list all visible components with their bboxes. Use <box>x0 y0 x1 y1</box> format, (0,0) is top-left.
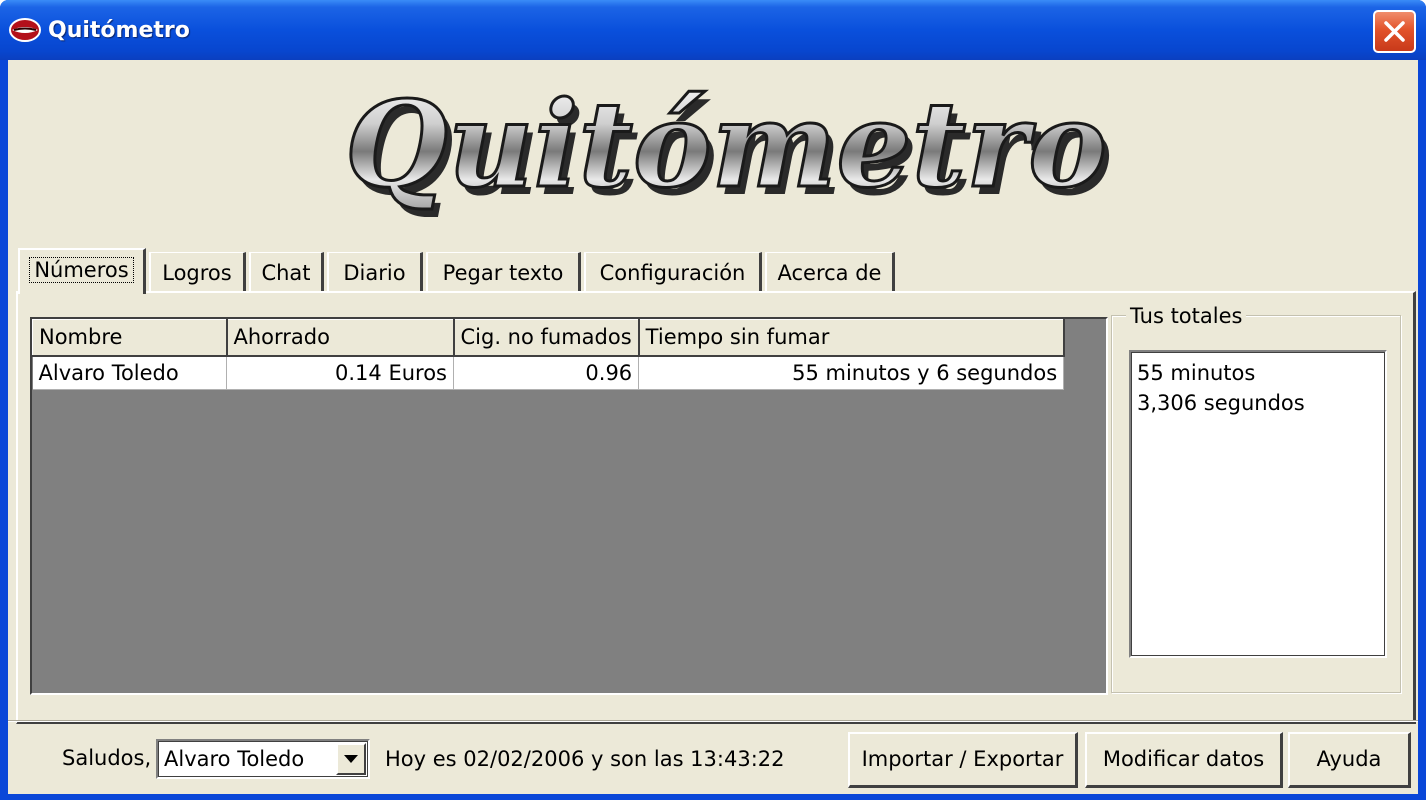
user-select-dropdown-button[interactable] <box>336 743 366 775</box>
totals-list[interactable]: 55 minutos 3,306 segundos <box>1129 350 1387 658</box>
tab-numeros[interactable]: Números <box>18 248 146 294</box>
stats-table: Nombre Ahorrado Cig. no fumados Tiempo s… <box>32 319 1065 390</box>
client-area: Quitómetro Quitómetro Números Logros Cha… <box>8 60 1418 794</box>
tab-pegar-texto[interactable]: Pegar texto <box>426 252 581 292</box>
column-header-ahorrado[interactable]: Ahorrado <box>226 319 455 357</box>
cell-ahorrado[interactable]: 0.14 Euros <box>226 355 454 390</box>
data-grid[interactable]: Nombre Ahorrado Cig. no fumados Tiempo s… <box>30 317 1108 695</box>
app-window: Quitómetro Quitómetro Quitómetro Números… <box>0 0 1426 800</box>
table-row[interactable]: Alvaro Toledo 0.14 Euros 0.96 55 minutos… <box>32 355 1065 390</box>
app-logo: Quitómetro Quitómetro <box>344 74 1113 223</box>
column-header-tiempo[interactable]: Tiempo sin fumar <box>638 319 1065 357</box>
greeting-label: Saludos, <box>62 746 152 770</box>
totals-line: 3,306 segundos <box>1137 391 1305 415</box>
tab-logros[interactable]: Logros <box>149 252 246 292</box>
date-time-status: Hoy es 02/02/2006 y son las 13:43:22 <box>385 747 785 771</box>
tab-diario[interactable]: Diario <box>327 252 423 292</box>
footer-divider <box>8 720 1418 722</box>
import-export-button[interactable]: Importar / Exportar <box>848 732 1078 788</box>
user-select[interactable]: Alvaro Toledo <box>156 739 370 779</box>
svg-text:Quitómetro: Quitómetro <box>345 75 1107 214</box>
tab-configuracion[interactable]: Configuración <box>584 252 762 292</box>
chevron-down-icon <box>344 755 358 763</box>
tab-chat[interactable]: Chat <box>249 252 324 292</box>
cell-cigarrillos[interactable]: 0.96 <box>453 355 640 390</box>
tab-acerca-de[interactable]: Acerca de <box>765 252 895 292</box>
close-button[interactable] <box>1373 10 1416 53</box>
help-button[interactable]: Ayuda <box>1288 732 1411 788</box>
modify-data-button[interactable]: Modificar datos <box>1085 732 1283 788</box>
lips-icon <box>9 18 41 42</box>
totals-line: 55 minutos <box>1137 361 1256 385</box>
cell-tiempo[interactable]: 55 minutos y 6 segundos <box>638 355 1065 390</box>
close-icon <box>1384 21 1405 42</box>
column-header-cigarrillos[interactable]: Cig. no fumados <box>452 319 640 357</box>
user-select-value: Alvaro Toledo <box>164 747 305 771</box>
column-header-nombre[interactable]: Nombre <box>32 319 228 357</box>
window-title: Quitómetro <box>48 18 190 43</box>
totals-title: Tus totales <box>1126 303 1247 329</box>
cell-nombre[interactable]: Alvaro Toledo <box>32 355 227 390</box>
title-bar[interactable]: Quitómetro <box>0 0 1426 60</box>
